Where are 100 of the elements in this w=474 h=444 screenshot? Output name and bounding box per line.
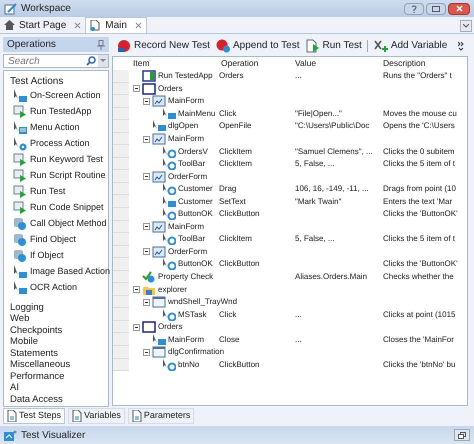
operation-item[interactable]: Run Code Snippet — [7, 200, 108, 216]
operation-item[interactable]: Run Test — [7, 184, 108, 200]
collapse-icon[interactable] — [143, 173, 150, 180]
document-tab[interactable]: Main — [85, 17, 147, 33]
category-item[interactable]: Checkpoints — [7, 325, 108, 336]
panel-title: Operations — [7, 38, 56, 52]
operation-item[interactable]: Call Object Method — [7, 216, 108, 232]
row-indicator[interactable] — [113, 346, 129, 359]
item-name: OrderForm — [168, 170, 208, 183]
dropdown-button[interactable] — [98, 55, 108, 67]
value-cell: "File|Open..." — [295, 108, 342, 118]
run-icon — [13, 169, 27, 183]
cursor-icon — [162, 258, 176, 270]
row-indicator[interactable] — [113, 208, 129, 221]
item-name: MainForm — [168, 220, 204, 233]
document-tab[interactable]: Start Page — [0, 17, 86, 33]
overflow-icon[interactable] — [458, 40, 464, 50]
operation-cell: Drag — [219, 184, 236, 194]
tabs-dropdown-button[interactable] — [460, 20, 472, 32]
form-icon — [152, 133, 166, 145]
pin-icon[interactable] — [97, 40, 105, 50]
row-indicator[interactable] — [113, 220, 129, 234]
search-icon[interactable] — [86, 56, 96, 66]
value-cell: ... — [295, 71, 302, 80]
row-indicator[interactable] — [113, 233, 129, 246]
row-indicator[interactable] — [113, 108, 129, 120]
row-indicator[interactable] — [113, 145, 129, 158]
row-indicator[interactable] — [113, 170, 129, 183]
collapse-icon[interactable] — [133, 324, 140, 331]
cursor-icon — [162, 233, 176, 246]
row-indicator[interactable] — [113, 358, 129, 372]
collapse-icon[interactable] — [143, 298, 150, 306]
column-header[interactable]: Description — [383, 57, 467, 70]
toolbar-button[interactable]: Run Test — [304, 38, 362, 53]
toolbar-button[interactable]: Record New Test — [116, 38, 210, 53]
category-item[interactable]: Mobile — [7, 336, 108, 348]
operation-cell: ClickButton — [219, 360, 260, 369]
operation-item[interactable]: Run Keyword Test — [7, 152, 108, 168]
collapse-icon[interactable] — [143, 223, 150, 230]
window-icon — [142, 70, 156, 82]
bottom-tab[interactable]: Parameters — [128, 408, 194, 424]
close-icon[interactable] — [134, 22, 142, 29]
window-icon — [142, 321, 156, 334]
close-icon[interactable] — [74, 22, 82, 28]
cursor-icon — [13, 89, 27, 103]
category-item[interactable]: Miscellaneous — [7, 360, 108, 371]
search-input[interactable]: Search — [8, 54, 80, 68]
restore-button[interactable] — [454, 429, 470, 441]
operation-item[interactable]: If Object — [7, 248, 108, 264]
row-indicator[interactable] — [113, 158, 129, 170]
operation-item[interactable]: Run TestedApp — [7, 104, 108, 120]
category-item[interactable]: Data Access — [7, 394, 108, 406]
collapse-icon[interactable] — [133, 85, 140, 92]
category-item[interactable]: Performance — [7, 371, 108, 382]
collapse-icon[interactable] — [143, 98, 150, 105]
column-header[interactable]: Value — [295, 57, 383, 70]
menu-icon — [13, 121, 27, 135]
collapse-icon[interactable] — [143, 348, 150, 356]
operation-item[interactable]: OCR Action — [7, 280, 108, 296]
status-label[interactable]: Test Visualizer — [21, 428, 86, 442]
collapse-icon[interactable] — [143, 136, 150, 142]
restore-icon — [458, 432, 466, 438]
category-item[interactable]: Logging — [7, 302, 108, 314]
search-field[interactable]: Search — [3, 54, 109, 68]
operation-item[interactable]: On-Screen Action — [7, 88, 108, 104]
cursor-icon — [162, 183, 176, 196]
operation-cell: ClickButton — [219, 209, 260, 218]
row-indicator[interactable] — [113, 258, 129, 271]
operation-item[interactable]: Process Action — [7, 136, 108, 152]
item-name: Orders — [158, 321, 182, 334]
collapse-icon[interactable] — [143, 248, 150, 256]
row-indicator[interactable] — [113, 182, 129, 196]
window-icon — [142, 82, 156, 95]
operation-cell: ClickItem — [219, 159, 252, 168]
collapse-icon[interactable] — [133, 286, 140, 294]
toolbar-button[interactable]: Append to Test — [214, 38, 300, 53]
description-cell: Clicks the 5 item of t — [383, 233, 456, 246]
description-cell: Closes the 'MainFor — [383, 334, 454, 346]
operation-item[interactable]: Image Based Action — [7, 264, 108, 280]
bottom-tab[interactable]: Test Steps — [3, 408, 66, 424]
row-indicator[interactable] — [113, 246, 129, 258]
cursor-icon — [162, 158, 176, 170]
restore-button[interactable] — [426, 2, 446, 14]
row-indicator[interactable] — [113, 195, 129, 208]
bottom-tab[interactable]: Variables — [68, 408, 125, 424]
column-header[interactable]: Operation — [221, 57, 295, 70]
help-button[interactable] — [404, 2, 424, 14]
category-item[interactable]: Statements — [7, 348, 108, 360]
row-indicator[interactable] — [113, 120, 129, 133]
close-button[interactable] — [448, 2, 470, 14]
window-icon — [152, 346, 166, 358]
operation-item[interactable]: Menu Action — [7, 120, 108, 136]
category-item[interactable]: AI — [7, 382, 108, 394]
toolbar-button[interactable]: Add Variable — [372, 38, 448, 53]
category-item[interactable]: Web — [7, 314, 108, 325]
operation-item[interactable]: Find Object — [7, 232, 108, 248]
column-header[interactable]: Item — [131, 57, 221, 70]
row-indicator[interactable] — [113, 132, 129, 146]
operation-item[interactable]: Run Script Routine — [7, 168, 108, 184]
home-icon — [4, 20, 15, 30]
